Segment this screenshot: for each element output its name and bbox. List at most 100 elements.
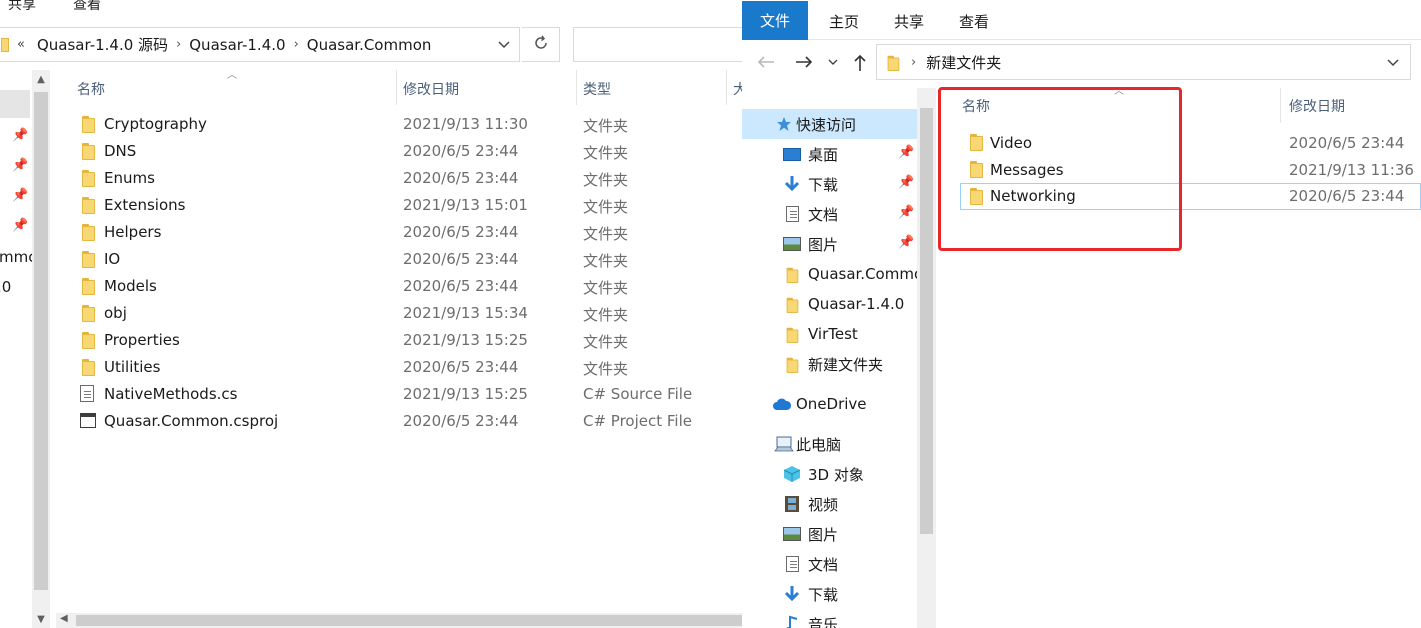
file-row-focused[interactable]: Networking 2020/6/5 23:44 xyxy=(960,183,1421,210)
file-row[interactable]: NativeMethods.cs 2021/9/13 15:25 C# Source… xyxy=(60,382,742,409)
nav-item-partial[interactable]: .0 xyxy=(0,276,32,304)
nav-item-downloads[interactable]: 下载 📌 xyxy=(742,169,917,199)
nav-item-documents[interactable]: 文档 📌 xyxy=(742,199,917,229)
column-header-date[interactable]: 修改日期 xyxy=(403,79,459,99)
file-row[interactable]: obj 2021/9/13 15:34 文件夹 xyxy=(60,301,742,328)
file-type: C# Project File xyxy=(583,412,692,430)
file-type: C# Source File xyxy=(583,385,693,403)
file-date: 2020/6/5 23:44 xyxy=(403,412,519,430)
file-row[interactable]: Models 2020/6/5 23:44 文件夹 xyxy=(60,274,742,301)
column-header-name[interactable]: 名称 xyxy=(77,79,105,99)
nav-item-pictures[interactable]: 图片 xyxy=(742,519,917,549)
nav-item-downloads[interactable]: 下载 xyxy=(742,579,917,609)
column-divider[interactable] xyxy=(396,70,397,105)
file-date: 2021/9/13 11:30 xyxy=(403,115,528,133)
tab-view[interactable]: 查看 xyxy=(73,0,101,14)
nav-item-onedrive[interactable]: OneDrive xyxy=(742,389,917,419)
scroll-up-icon[interactable]: ▲ xyxy=(32,70,50,88)
nav-scrollbar[interactable] xyxy=(917,88,936,628)
nav-item-folder[interactable]: Quasar.Common xyxy=(742,259,917,289)
file-row[interactable]: Extensions 2021/9/13 15:01 文件夹 xyxy=(60,193,742,220)
nav-item-videos[interactable]: 视频 xyxy=(742,489,917,519)
nav-item-music[interactable]: 音乐 xyxy=(742,609,917,628)
nav-item-3d-objects[interactable]: 3D 对象 xyxy=(742,459,917,489)
nav-item-this-pc[interactable]: 此电脑 xyxy=(742,429,917,459)
file-row[interactable]: Cryptography 2021/9/13 11:30 文件夹 xyxy=(60,112,742,139)
film-icon xyxy=(782,494,802,514)
file-row[interactable]: Enums 2020/6/5 23:44 文件夹 xyxy=(60,166,742,193)
tab-view[interactable]: 查看 xyxy=(959,11,989,32)
nav-item-folder[interactable]: VirTest xyxy=(742,319,917,349)
file-name: Properties xyxy=(104,331,180,349)
nav-item-quick-access[interactable]: 快速访问 xyxy=(742,109,917,139)
scrollbar-thumb[interactable] xyxy=(920,108,933,534)
file-date: 2020/6/5 23:44 xyxy=(403,169,519,187)
chevron-down-icon[interactable] xyxy=(497,37,511,55)
breadcrumb-item[interactable]: Quasar-1.4.0 xyxy=(189,36,285,54)
column-divider[interactable] xyxy=(726,70,727,105)
scroll-down-icon[interactable]: ▼ xyxy=(32,610,50,628)
computer-icon xyxy=(774,434,794,454)
file-row[interactable]: Quasar.Common.csproj 2020/6/5 23:44 C# Pro… xyxy=(60,409,742,436)
column-divider[interactable] xyxy=(576,70,577,105)
file-row[interactable]: Video 2020/6/5 23:44 xyxy=(960,130,1421,157)
csproj-file-icon xyxy=(80,413,96,428)
sort-ascending-icon: ︿ xyxy=(227,70,237,81)
breadcrumb-item[interactable]: Quasar-1.4.0 源码 xyxy=(37,34,168,55)
column-header-type[interactable]: 类型 xyxy=(583,79,611,99)
file-name: obj xyxy=(104,304,127,322)
breadcrumb-overflow[interactable]: « xyxy=(17,37,25,52)
forward-button[interactable] xyxy=(792,50,816,74)
column-header-date[interactable]: 修改日期 xyxy=(1289,96,1345,116)
folder-icon xyxy=(80,170,96,187)
nav-item-documents[interactable]: 文档 xyxy=(742,549,917,579)
breadcrumb-item[interactable]: Quasar.Common xyxy=(307,36,432,54)
nav-item-folder[interactable]: 新建文件夹 xyxy=(742,349,917,379)
recent-locations-button[interactable] xyxy=(826,54,840,70)
column-header-size[interactable]: 大 xyxy=(733,79,742,99)
scroll-left-icon[interactable]: ◀ xyxy=(60,613,68,624)
chevron-down-icon[interactable] xyxy=(1386,55,1400,73)
folder-icon xyxy=(80,305,96,322)
file-row[interactable]: Properties 2021/9/13 15:25 文件夹 xyxy=(60,328,742,355)
file-name: Video xyxy=(990,134,1033,152)
nav-item-partial[interactable]: mmc xyxy=(0,246,32,274)
refresh-icon xyxy=(533,35,549,55)
refresh-button[interactable] xyxy=(522,27,560,62)
cube-icon xyxy=(782,464,802,484)
file-name: IO xyxy=(104,250,121,268)
address-bar[interactable]: › 新建文件夹 xyxy=(876,44,1411,80)
nav-item-pictures[interactable]: 图片 📌 xyxy=(742,229,917,259)
file-row[interactable]: IO 2020/6/5 23:44 文件夹 xyxy=(60,247,742,274)
horizontal-scrollbar[interactable]: ◀ xyxy=(56,613,742,628)
nav-item-selected[interactable] xyxy=(0,90,30,118)
search-input[interactable] xyxy=(573,27,742,62)
file-type: 文件夹 xyxy=(583,252,629,270)
tab-share[interactable]: 共享 xyxy=(894,11,924,32)
up-button[interactable] xyxy=(848,50,872,76)
file-row[interactable]: Utilities 2020/6/5 23:44 文件夹 xyxy=(60,355,742,382)
desktop-icon xyxy=(782,144,802,164)
column-header-name[interactable]: 名称 xyxy=(962,96,990,116)
file-date: 2021/9/13 15:34 xyxy=(403,304,528,322)
chevron-right-icon[interactable]: › xyxy=(294,37,299,52)
file-row[interactable]: Messages 2021/9/13 11:36 xyxy=(960,157,1421,184)
nav-item-desktop[interactable]: 桌面 📌 xyxy=(742,139,917,169)
chevron-right-icon[interactable]: › xyxy=(176,37,181,52)
back-button[interactable] xyxy=(754,50,778,74)
address-bar[interactable]: « Quasar-1.4.0 源码 › Quasar-1.4.0 › Quasa… xyxy=(0,27,520,62)
file-row[interactable]: DNS 2020/6/5 23:44 文件夹 xyxy=(60,139,742,166)
chevron-right-icon[interactable]: › xyxy=(911,55,916,70)
column-divider[interactable] xyxy=(1280,88,1281,123)
file-row[interactable]: Helpers 2020/6/5 23:44 文件夹 xyxy=(60,220,742,247)
nav-scrollbar[interactable]: ▲ xyxy=(32,70,50,628)
breadcrumb-item[interactable]: 新建文件夹 xyxy=(926,52,1001,73)
tab-share[interactable]: 共享 xyxy=(8,0,36,14)
scrollbar-thumb[interactable] xyxy=(76,615,742,626)
tab-file[interactable]: 文件 xyxy=(742,1,808,40)
scrollbar-thumb[interactable] xyxy=(34,92,48,590)
nav-item-folder[interactable]: Quasar-1.4.0 xyxy=(742,289,917,319)
tab-home[interactable]: 主页 xyxy=(829,11,859,32)
file-date: 2021/9/13 11:36 xyxy=(1289,161,1414,179)
file-type: 文件夹 xyxy=(583,333,629,351)
